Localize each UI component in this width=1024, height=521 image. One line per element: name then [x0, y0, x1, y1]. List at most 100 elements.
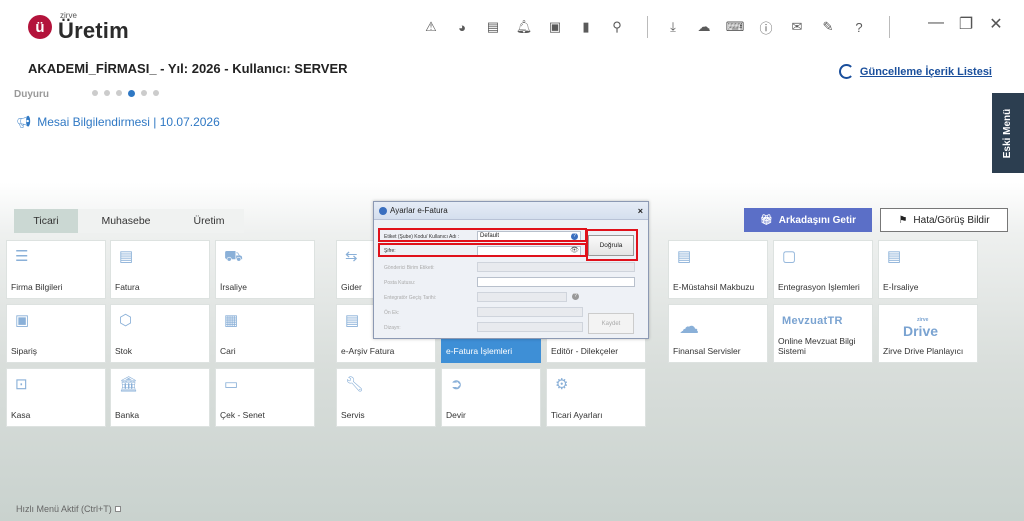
toolbar-divider — [889, 16, 890, 38]
company-info: AKADEMİ_FİRMASI_ - Yıl: 2026 - Kullanıcı… — [28, 61, 348, 76]
location-icon[interactable]: ⚲ — [606, 17, 628, 37]
tile-label: e-Fatura İşlemleri — [446, 346, 513, 357]
book-icon[interactable]: ▮ — [575, 17, 597, 37]
box-icon: ⬡ — [119, 312, 133, 329]
transfer-icon: ➲ — [450, 376, 463, 393]
tile-online-mevzuat[interactable]: MevzuatTR Online Mevzuat Bilgi Sistemi — [773, 304, 873, 363]
gift-icon: 🎁︎ — [760, 214, 773, 226]
cash-register-icon: ⊡ — [15, 376, 28, 393]
prefix-label: Ön Ek: — [384, 310, 400, 316]
tile-cek-senet[interactable]: ▭ Çek - Senet — [215, 368, 315, 427]
save-button[interactable]: Kaydet — [588, 313, 634, 334]
info-icon[interactable]: ⓘ — [755, 17, 777, 37]
report-issue-label: Hata/Görüş Bildir — [913, 214, 990, 226]
pie-icon[interactable]: ◕ — [451, 17, 473, 37]
tab-uretim[interactable]: Üretim — [174, 209, 244, 233]
design-select[interactable] — [477, 322, 583, 332]
old-menu-label: Eski Menü — [1002, 108, 1014, 158]
refresh-icon — [838, 64, 854, 79]
pager-dot[interactable] — [153, 90, 159, 96]
tile-banka[interactable]: 🏛︎ Banka — [110, 368, 210, 427]
truck-icon: ⛟ — [224, 248, 243, 265]
logo-brand: Üretim — [58, 18, 129, 43]
pager-dot-active[interactable] — [128, 90, 135, 97]
tile-label: Cari — [220, 346, 236, 357]
announcement-pager — [92, 90, 159, 97]
edit-icon[interactable]: ✎ — [817, 17, 839, 37]
cheque-icon: ▭ — [224, 376, 239, 393]
old-menu-button[interactable]: Eski Menü — [992, 93, 1024, 173]
money-icon[interactable]: ▣ — [544, 17, 566, 37]
account-icon: ▦ — [224, 312, 239, 329]
dialog-title: Ayarlar e-Fatura — [390, 206, 448, 215]
chat-icon[interactable]: ✉ — [786, 17, 808, 37]
tile-ticari-ayarlari[interactable]: ⚙ Ticari Ayarları — [546, 368, 646, 427]
highlight-password-field — [378, 243, 587, 257]
tile-label: Servis — [341, 410, 365, 421]
sender-input[interactable] — [477, 262, 635, 272]
tile-stok[interactable]: ⬡ Stok — [110, 304, 210, 363]
feedback-icon: ⚑ — [898, 214, 908, 226]
tile-irsaliye[interactable]: ⛟ İrsaliye — [215, 240, 315, 299]
tile-label: E-Müstahsil Makbuzu — [673, 282, 755, 293]
pager-dot[interactable] — [116, 90, 122, 96]
tile-e-mustahsil[interactable]: ▤ E-Müstahsil Makbuzu — [668, 240, 768, 299]
tile-finansal-servisler[interactable]: ☁ Finansal Servisler — [668, 304, 768, 363]
help-icon[interactable]: ? — [848, 17, 870, 37]
tile-fatura[interactable]: ▤ Fatura — [110, 240, 210, 299]
info-icon[interactable]: ? — [572, 293, 579, 300]
archive-invoice-icon: ▤ — [345, 312, 360, 329]
tile-label: Fatura — [115, 282, 140, 293]
transition-date-picker[interactable] — [477, 292, 567, 302]
download-icon[interactable]: ⤓ — [662, 17, 684, 37]
window-controls: — ❐ ✕ — [928, 14, 1004, 34]
tile-cari[interactable]: ▦ Cari — [215, 304, 315, 363]
bell-icon[interactable]: 🔔︎ — [513, 17, 535, 37]
report-issue-button[interactable]: ⚑ Hata/Görüş Bildir — [880, 208, 1008, 232]
mailbox-input[interactable] — [477, 277, 635, 287]
keyboard-icon[interactable]: ⌨ — [724, 17, 746, 37]
settings-icon: ⚙ — [555, 376, 569, 393]
news-icon[interactable]: ▤ — [482, 17, 504, 37]
expense-icon: ⇆ — [345, 248, 358, 265]
e-waybill-icon: ▤ — [887, 248, 902, 265]
tile-firma-bilgileri[interactable]: ☰ Firma Bilgileri — [6, 240, 106, 299]
tile-zirve-drive[interactable]: zirve Drive Zirve Drive Planlayıcı — [878, 304, 978, 363]
announcement-label: Duyuru — [14, 89, 49, 100]
invoice-icon: ▤ — [119, 248, 134, 265]
update-list-link[interactable]: Güncelleme İçerik Listesi — [838, 64, 992, 79]
cloud-icon[interactable]: ☁ — [693, 17, 715, 37]
refer-friend-button[interactable]: 🎁︎ Arkadaşını Getir — [744, 208, 872, 232]
prefix-input[interactable] — [477, 307, 583, 317]
pager-dot[interactable] — [92, 90, 98, 96]
dialog-close-icon[interactable]: × — [638, 206, 643, 216]
tile-label: Devir — [446, 410, 466, 421]
pager-dot[interactable] — [141, 90, 147, 96]
tab-muhasebe[interactable]: Muhasebe — [78, 209, 174, 233]
tile-kasa[interactable]: ⊡ Kasa — [6, 368, 106, 427]
highlight-user-field — [378, 228, 587, 242]
tile-label: Editör - Dilekçeler — [551, 346, 619, 357]
warning-icon[interactable]: ⚠ — [420, 17, 442, 37]
close-icon[interactable]: ✕ — [988, 14, 1004, 34]
notice-link[interactable]: 📢︎ Mesai Bilgilendirmesi | 10.07.2026 — [16, 115, 220, 129]
tile-entegrasyon[interactable]: ▢ Entegrasyon İşlemleri — [773, 240, 873, 299]
tile-e-irsaliye[interactable]: ▤ E-İrsaliye — [878, 240, 978, 299]
tab-ticari[interactable]: Ticari — [14, 209, 78, 233]
tile-label: Online Mevzuat Bilgi Sistemi — [778, 336, 856, 357]
quick-menu-toggle[interactable]: Hızlı Menü Aktif (Ctrl+T) — [16, 504, 121, 514]
tile-siparis[interactable]: ▣ Sipariş — [6, 304, 106, 363]
minimize-icon[interactable]: — — [928, 14, 944, 34]
tile-servis[interactable]: 🔧︎ Servis — [336, 368, 436, 427]
tile-devir[interactable]: ➲ Devir — [441, 368, 541, 427]
efatura-settings-dialog: Ayarlar e-Fatura × Etiket (Şube) Kodu/ K… — [373, 201, 649, 339]
restore-icon[interactable]: ❐ — [958, 14, 974, 34]
mevzuat-logo: MevzuatTR — [782, 315, 843, 327]
dialog-titlebar: Ayarlar e-Fatura × — [374, 202, 648, 220]
checkbox[interactable] — [114, 506, 121, 512]
pager-dot[interactable] — [104, 90, 110, 96]
app-icon — [379, 206, 387, 215]
cloud-finance-icon: ☁ — [679, 316, 699, 338]
verify-button[interactable]: Doğrula — [588, 235, 634, 256]
tile-label: Stok — [115, 346, 133, 357]
